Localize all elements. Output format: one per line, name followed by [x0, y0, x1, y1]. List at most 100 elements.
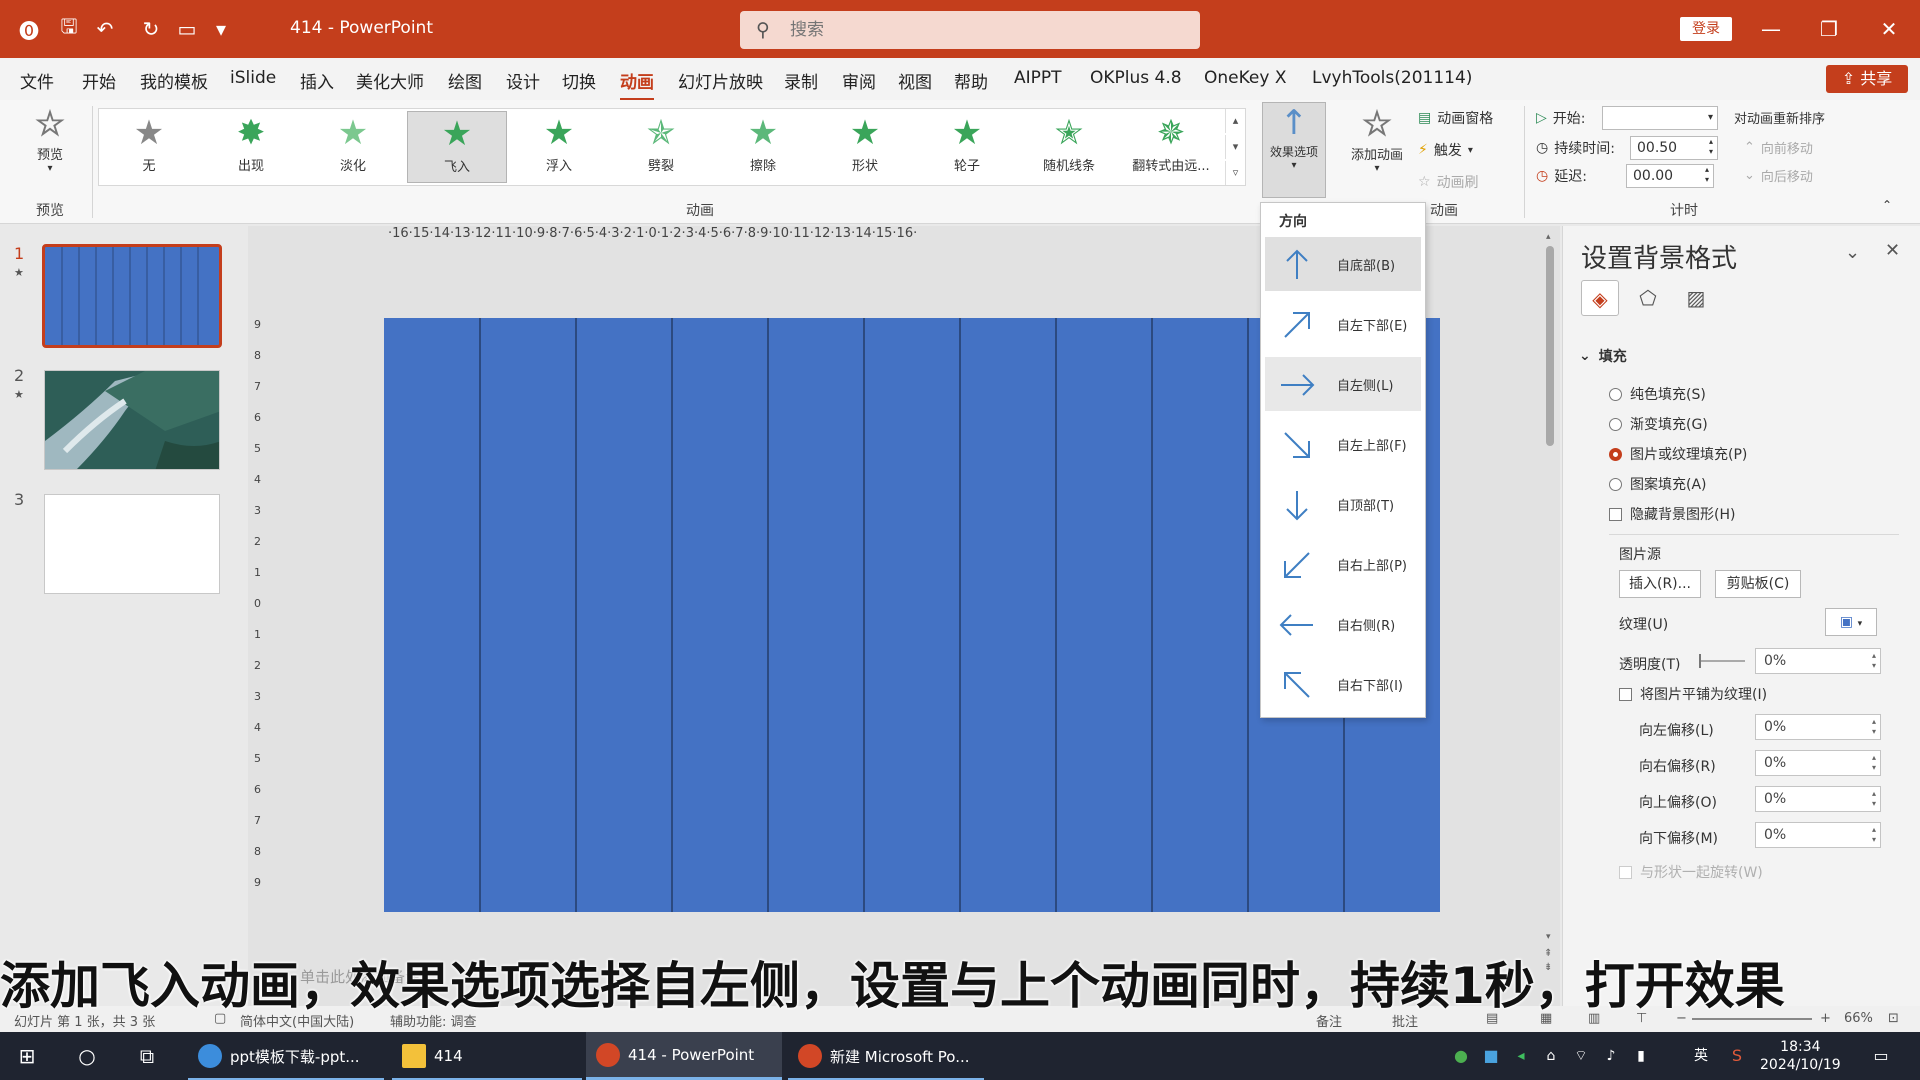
direction-from-bottom[interactable]: 自底部(B): [1265, 237, 1421, 291]
mic-icon[interactable]: ▮: [1626, 1042, 1656, 1070]
effect-options-button[interactable]: ↑ 效果选项 ▾: [1262, 102, 1326, 198]
tab-file[interactable]: 文件: [20, 68, 54, 93]
zoom-slider[interactable]: [1692, 1018, 1812, 1020]
tab-slideshow[interactable]: 幻灯片放映: [678, 68, 763, 93]
gallery-scroll-down[interactable]: ▾: [1225, 135, 1245, 159]
gallery-scroll-up[interactable]: ▴: [1225, 109, 1245, 133]
slide-thumb-3[interactable]: [44, 494, 220, 594]
slide-stripe[interactable]: [575, 318, 577, 912]
anim-none[interactable]: ★ 无: [99, 111, 199, 183]
scroll-down-icon[interactable]: ▾: [1546, 932, 1554, 942]
tab-design[interactable]: 设计: [506, 68, 540, 93]
move-earlier-button[interactable]: ⌃ 向前移动: [1744, 138, 1813, 157]
tab-animations[interactable]: 动画: [620, 68, 654, 101]
windows-start-icon[interactable]: ⊞: [12, 1042, 42, 1070]
tab-home[interactable]: 开始: [82, 68, 116, 93]
spinner-icon[interactable]: ▴ ▾: [1872, 717, 1876, 737]
slide-stripe[interactable]: [767, 318, 769, 912]
save-icon[interactable]: 🖫: [56, 14, 82, 42]
search-box[interactable]: ⚲: [740, 11, 1200, 49]
tab-insert[interactable]: 插入: [300, 68, 334, 93]
present-icon[interactable]: ▭: [174, 16, 200, 42]
tab-beautify[interactable]: 美化大师: [356, 68, 424, 93]
close-button[interactable]: ✕: [1866, 12, 1912, 46]
tray-sogou-icon[interactable]: S: [1722, 1042, 1752, 1070]
quick-access-more-icon[interactable]: ▾: [208, 16, 234, 42]
slider-track[interactable]: [1701, 660, 1745, 662]
anim-shape[interactable]: ★ 形状: [815, 111, 915, 183]
rotate-with-shape-option[interactable]: 与形状一起旋转(W): [1619, 862, 1763, 882]
undo-icon[interactable]: ↶: [92, 16, 118, 42]
animation-pane-button[interactable]: ▤ 动画窗格: [1418, 108, 1493, 128]
slide-stripe[interactable]: [863, 318, 865, 912]
direction-from-top-right[interactable]: 自右上部(P): [1265, 537, 1421, 591]
anim-grow-turn[interactable]: ✵ 翻转式由远...: [1121, 111, 1221, 183]
tray-green-icon[interactable]: ●: [1446, 1042, 1476, 1070]
anim-wheel[interactable]: ★ 轮子: [917, 111, 1017, 183]
pane-options-icon[interactable]: ⌄: [1845, 242, 1860, 263]
tab-my-templates[interactable]: 我的模板: [140, 68, 208, 93]
direction-from-bottom-left[interactable]: 自左下部(E): [1265, 297, 1421, 351]
checkbox-tile[interactable]: [1619, 687, 1632, 701]
search-input[interactable]: [790, 17, 1170, 43]
share-button[interactable]: ⇪ 共享: [1826, 65, 1908, 93]
clipboard-button[interactable]: 剪贴板(C): [1715, 570, 1801, 598]
tab-okplus[interactable]: OKPlus 4.8: [1090, 68, 1182, 88]
taskbar-app-browser[interactable]: ppt模板下载-ppt...: [188, 1032, 384, 1080]
slide-thumb-1[interactable]: [42, 244, 222, 348]
scroll-thumb[interactable]: [1546, 246, 1554, 446]
solid-fill-option[interactable]: 纯色填充(S): [1609, 384, 1706, 404]
minimize-button[interactable]: —: [1748, 12, 1794, 46]
radio-pattern[interactable]: [1609, 477, 1622, 491]
taskbar-app-powerpoint[interactable]: 414 - PowerPoint: [586, 1032, 782, 1080]
anim-wipe[interactable]: ★ 擦除: [713, 111, 813, 183]
hide-background-option[interactable]: 隐藏背景图形(H): [1609, 504, 1735, 524]
offset-left-input[interactable]: 0% ▴ ▾: [1755, 714, 1881, 740]
volume-icon[interactable]: ♪: [1596, 1042, 1626, 1070]
gradient-fill-option[interactable]: 渐变填充(G): [1609, 414, 1708, 434]
delay-input[interactable]: 00.00 ▴ ▾: [1626, 164, 1714, 188]
preview-dropdown-icon[interactable]: ▾: [20, 163, 80, 174]
system-clock[interactable]: 18:34 2024/10/19: [1760, 1038, 1841, 1074]
slide-stripe[interactable]: [1151, 318, 1153, 912]
pattern-fill-option[interactable]: 图案填充(A): [1609, 474, 1707, 494]
spinner-icon[interactable]: ▴ ▾: [1872, 825, 1876, 845]
spinner-icon[interactable]: ▴ ▾: [1709, 137, 1713, 157]
picture-tab[interactable]: ▨: [1677, 280, 1715, 316]
tab-review[interactable]: 审阅: [842, 68, 876, 93]
radio-solid[interactable]: [1609, 387, 1622, 401]
tray-network-icon[interactable]: ⌂: [1536, 1042, 1566, 1070]
spinner-icon[interactable]: ▴ ▾: [1872, 789, 1876, 809]
animation-painter-button[interactable]: ☆ 动画刷: [1418, 172, 1479, 192]
restore-button[interactable]: ❐: [1806, 12, 1852, 46]
taskbar-app-new-ppt[interactable]: 新建 Microsoft Po...: [788, 1032, 984, 1080]
checkbox-hide-bg[interactable]: [1609, 507, 1622, 521]
gallery-more[interactable]: ▿: [1225, 161, 1245, 185]
move-later-button[interactable]: ⌄ 向后移动: [1744, 166, 1813, 185]
anim-float-in[interactable]: ★ 浮入: [509, 111, 609, 183]
preview-button[interactable]: ☆ 预览 ▾: [20, 104, 80, 184]
notification-icon[interactable]: ▭: [1866, 1042, 1896, 1070]
direction-from-bottom-right[interactable]: 自右下部(I): [1265, 657, 1421, 711]
spinner-icon[interactable]: ▴ ▾: [1705, 165, 1709, 185]
tab-record[interactable]: 录制: [784, 68, 818, 93]
anim-fly-in[interactable]: ★ 飞入: [407, 111, 507, 183]
tray-blue-icon[interactable]: ■: [1476, 1042, 1506, 1070]
pane-close-icon[interactable]: ✕: [1885, 240, 1900, 261]
vertical-scrollbar[interactable]: ▴ ▾ ⇞ ⇟: [1544, 232, 1556, 973]
direction-from-right[interactable]: 自右侧(R): [1265, 597, 1421, 651]
radio-gradient[interactable]: [1609, 417, 1622, 431]
tab-view[interactable]: 视图: [898, 68, 932, 93]
add-animation-button[interactable]: ☆ 添加动画 ▾: [1340, 104, 1414, 194]
tile-option[interactable]: 将图片平铺为纹理(I): [1619, 684, 1767, 704]
anim-random-bars[interactable]: ✭ 随机线条: [1019, 111, 1119, 183]
trigger-button[interactable]: ⚡ 触发 ▾: [1418, 140, 1473, 160]
start-select[interactable]: ▾: [1602, 106, 1718, 130]
anim-appear[interactable]: ✸ 出现: [201, 111, 301, 183]
taskbar-app-folder[interactable]: 414: [392, 1032, 582, 1080]
login-button[interactable]: 登录: [1680, 17, 1732, 41]
tab-islide[interactable]: iSlide: [230, 68, 276, 88]
spinner-icon[interactable]: ▴ ▾: [1872, 651, 1876, 671]
offset-bottom-input[interactable]: 0% ▴ ▾: [1755, 822, 1881, 848]
duration-input[interactable]: 00.50 ▴ ▾: [1630, 136, 1718, 160]
